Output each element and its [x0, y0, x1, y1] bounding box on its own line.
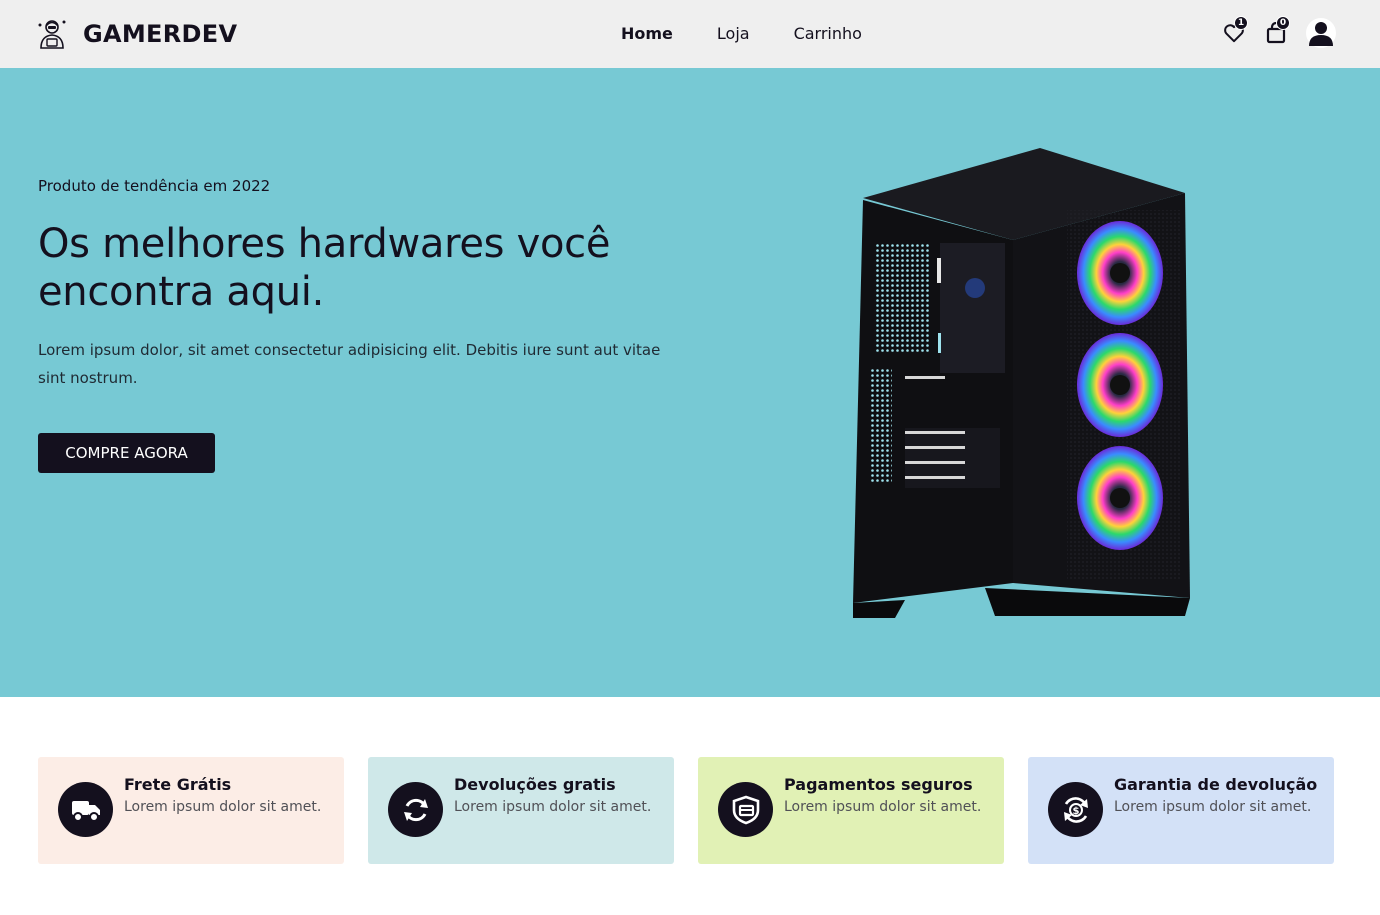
money-back-icon: $ [1048, 782, 1103, 837]
feature-text: Lorem ipsum dolor sit amet. [124, 799, 322, 815]
feature-card: Pagamentos seguros Lorem ipsum dolor sit… [698, 757, 1004, 864]
hero-eyebrow: Produto de tendência em 2022 [38, 177, 271, 195]
refresh-icon [388, 782, 443, 837]
secure-payment-icon [718, 782, 773, 837]
feature-body: Garantia de devolução Lorem ipsum dolor … [1114, 775, 1324, 818]
feature-title: Pagamentos seguros [784, 775, 973, 794]
feature-card: Devoluções gratis Lorem ipsum dolor sit … [368, 757, 674, 864]
cart-button[interactable]: 0 [1260, 16, 1292, 50]
feature-title: Garantia de devolução [1114, 775, 1318, 794]
buy-now-button[interactable]: COMPRE AGORA [38, 433, 215, 473]
hero-description: Lorem ipsum dolor, sit amet consectetur … [38, 341, 661, 387]
avatar-logo-icon [38, 20, 66, 49]
navbar: GAMERDEV Home Loja Carrinho 1 0 [0, 0, 1380, 68]
feature-text: Lorem ipsum dolor sit amet. [784, 799, 982, 815]
nav-carrinho[interactable]: Carrinho [794, 24, 862, 43]
hero-section: Produto de tendência em 2022 Os melhores… [0, 68, 1380, 697]
nav-icons: 1 0 [1208, 16, 1336, 50]
feature-card: $ Garantia de devolução Lorem ipsum dolo… [1028, 757, 1334, 864]
user-icon [1309, 22, 1333, 46]
pc-case-image [853, 148, 1190, 618]
feature-body: Devoluções gratis Lorem ipsum dolor sit … [454, 775, 664, 818]
main-nav: Home Loja Carrinho [621, 24, 906, 43]
cart-count-badge: 0 [1276, 16, 1290, 30]
feature-text: Lorem ipsum dolor sit amet. [454, 799, 652, 815]
wishlist-button[interactable]: 1 [1218, 16, 1250, 50]
feature-text: Lorem ipsum dolor sit amet. [1114, 799, 1312, 815]
feature-card: Frete Grátis Lorem ipsum dolor sit amet. [38, 757, 344, 864]
hero-title: Os melhores hardwares você encontra aqui… [38, 221, 611, 315]
nav-home[interactable]: Home [621, 24, 673, 43]
truck-icon [58, 782, 113, 837]
user-button[interactable] [1306, 18, 1336, 48]
brand-name: GAMERDEV [83, 20, 238, 48]
features-section: Frete Grátis Lorem ipsum dolor sit amet.… [38, 757, 1334, 864]
feature-title: Devoluções gratis [454, 775, 616, 794]
feature-title: Frete Grátis [124, 775, 232, 794]
svg-text:$: $ [1072, 806, 1079, 817]
nav-loja[interactable]: Loja [717, 24, 750, 43]
brand[interactable]: GAMERDEV [37, 18, 237, 50]
wishlist-count-badge: 1 [1234, 16, 1248, 30]
feature-body: Frete Grátis Lorem ipsum dolor sit amet. [124, 775, 334, 818]
feature-body: Pagamentos seguros Lorem ipsum dolor sit… [784, 775, 994, 818]
